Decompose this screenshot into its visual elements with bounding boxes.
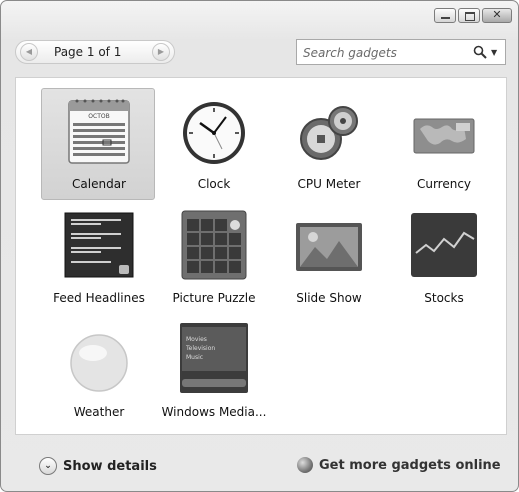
search-options-dropdown-icon[interactable]: ▼ [491,48,497,57]
minimize-button[interactable] [434,8,456,23]
gadget-label: CPU Meter [297,177,361,191]
gadget-calendar[interactable]: OCTOB Calendar [41,88,155,200]
page-indicator: Page 1 of 1 [54,45,122,59]
picture-puzzle-icon [181,210,247,280]
gadget-list: OCTOB Calendar Clock CPU Meter Currency … [15,77,507,435]
search-input[interactable] [301,42,475,64]
search-box[interactable]: ▼ [296,39,506,65]
get-more-gadgets-link[interactable]: Get more gadgets online [297,457,501,473]
gadget-windows-media-center[interactable]: Movies Television Music Windows Media... [156,316,270,428]
show-details-label: Show details [63,458,157,474]
gadget-gallery-window: ✕ ◀ Page 1 of 1 ▶ ▼ OCTOB [0,0,519,492]
toolbar: ◀ Page 1 of 1 ▶ ▼ [15,39,506,67]
clock-icon [183,102,245,164]
minimize-icon [441,17,450,19]
gadget-label: Clock [197,177,231,191]
gadget-picture-puzzle[interactable]: Picture Puzzle [156,202,270,314]
gadget-label: Currency [416,177,472,191]
currency-icon [413,118,475,154]
calendar-month: OCTOB [88,113,109,120]
close-icon: ✕ [492,8,502,21]
title-bar[interactable]: ✕ [1,1,518,27]
gadget-label: Windows Media... [161,405,267,419]
cpu-meter-icon [300,106,358,160]
weather-icon [70,334,128,392]
footer: ⌄ Show details Get more gadgets online [1,449,518,491]
gadget-currency[interactable]: Currency [386,88,500,200]
get-more-label: Get more gadgets online [319,457,501,473]
stocks-icon [411,213,477,277]
pager: ◀ Page 1 of 1 ▶ [15,40,175,64]
gadget-label: Feed Headlines [53,291,145,305]
media-item-television: Television [185,345,215,352]
media-item-movies: Movies [186,336,207,343]
search-icon[interactable] [473,45,487,59]
calendar-icon: OCTOB [68,99,130,164]
media-item-music: Music [186,354,203,361]
gadget-label: Slide Show [296,291,362,305]
window-controls: ✕ [434,8,512,23]
previous-page-button[interactable]: ◀ [20,43,38,61]
maximize-icon [465,12,475,21]
slide-show-icon [296,223,362,271]
close-button[interactable]: ✕ [482,8,512,23]
gadget-label: Calendar [72,177,126,191]
gadget-label: Weather [73,405,125,419]
windows-media-center-icon: Movies Television Music [180,323,248,393]
gadget-label: Stocks [424,291,464,305]
globe-icon [297,457,313,473]
gadget-clock[interactable]: Clock [156,88,270,200]
gadget-feed-headlines[interactable]: Feed Headlines [41,202,155,314]
next-page-button[interactable]: ▶ [152,43,170,61]
maximize-button[interactable] [458,8,480,23]
gadget-label: Picture Puzzle [172,291,256,305]
gadget-cpu-meter[interactable]: CPU Meter [271,88,385,200]
gadget-stocks[interactable]: Stocks [386,202,500,314]
gadget-slide-show[interactable]: Slide Show [271,202,385,314]
show-details-toggle[interactable]: ⌄ Show details [39,457,157,475]
feed-headlines-icon [64,212,134,278]
chevron-down-icon: ⌄ [39,457,57,475]
gadget-weather[interactable]: Weather [41,316,155,428]
